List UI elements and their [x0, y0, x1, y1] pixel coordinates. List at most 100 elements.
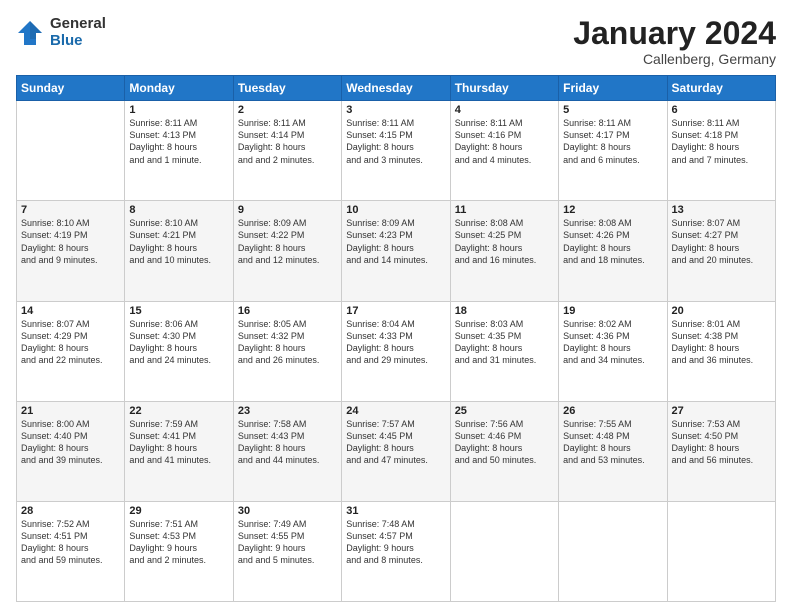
daylight-line1: Daylight: 8 hours: [672, 342, 771, 354]
table-row: 5Sunrise: 8:11 AMSunset: 4:17 PMDaylight…: [559, 101, 667, 201]
daylight-line1: Daylight: 9 hours: [346, 542, 445, 554]
sunset-text: Sunset: 4:17 PM: [563, 129, 662, 141]
table-row: 1Sunrise: 8:11 AMSunset: 4:13 PMDaylight…: [125, 101, 233, 201]
day-number: 22: [129, 405, 228, 417]
day-info: Sunrise: 8:11 AMSunset: 4:14 PMDaylight:…: [238, 117, 337, 166]
day-info: Sunrise: 8:08 AMSunset: 4:25 PMDaylight:…: [455, 217, 554, 266]
sunset-text: Sunset: 4:23 PM: [346, 229, 445, 241]
sunrise-text: Sunrise: 8:10 AM: [21, 217, 120, 229]
daylight-line1: Daylight: 8 hours: [563, 141, 662, 153]
day-number: 9: [238, 204, 337, 216]
daylight-line1: Daylight: 8 hours: [672, 242, 771, 254]
sunset-text: Sunset: 4:45 PM: [346, 430, 445, 442]
table-row: 16Sunrise: 8:05 AMSunset: 4:32 PMDayligh…: [233, 301, 341, 401]
sunset-text: Sunset: 4:53 PM: [129, 530, 228, 542]
table-row: 11Sunrise: 8:08 AMSunset: 4:25 PMDayligh…: [450, 201, 558, 301]
sunset-text: Sunset: 4:18 PM: [672, 129, 771, 141]
logo-icon: [16, 19, 44, 47]
sunrise-text: Sunrise: 8:10 AM: [129, 217, 228, 229]
header-thursday: Thursday: [450, 76, 558, 101]
sunset-text: Sunset: 4:15 PM: [346, 129, 445, 141]
sunrise-text: Sunrise: 7:49 AM: [238, 518, 337, 530]
daylight-line2: and and 14 minutes.: [346, 254, 445, 266]
sunrise-text: Sunrise: 8:11 AM: [238, 117, 337, 129]
sunrise-text: Sunrise: 8:04 AM: [346, 318, 445, 330]
day-number: 16: [238, 305, 337, 317]
table-row: 4Sunrise: 8:11 AMSunset: 4:16 PMDaylight…: [450, 101, 558, 201]
sunrise-text: Sunrise: 7:56 AM: [455, 418, 554, 430]
day-number: 1: [129, 104, 228, 116]
logo-text: General Blue: [50, 16, 106, 49]
title-month: January 2024: [573, 16, 776, 51]
daylight-line1: Daylight: 8 hours: [455, 442, 554, 454]
table-row: 24Sunrise: 7:57 AMSunset: 4:45 PMDayligh…: [342, 401, 450, 501]
sunset-text: Sunset: 4:22 PM: [238, 229, 337, 241]
sunset-text: Sunset: 4:26 PM: [563, 229, 662, 241]
table-row: [667, 501, 775, 601]
daylight-line1: Daylight: 8 hours: [455, 141, 554, 153]
logo: General Blue: [16, 16, 106, 49]
daylight-line2: and and 4 minutes.: [455, 154, 554, 166]
sunrise-text: Sunrise: 8:01 AM: [672, 318, 771, 330]
sunset-text: Sunset: 4:55 PM: [238, 530, 337, 542]
daylight-line1: Daylight: 8 hours: [129, 141, 228, 153]
title-block: January 2024 Callenberg, Germany: [573, 16, 776, 67]
daylight-line1: Daylight: 8 hours: [238, 242, 337, 254]
sunrise-text: Sunrise: 8:11 AM: [346, 117, 445, 129]
table-row: 23Sunrise: 7:58 AMSunset: 4:43 PMDayligh…: [233, 401, 341, 501]
day-number: 25: [455, 405, 554, 417]
sunrise-text: Sunrise: 7:59 AM: [129, 418, 228, 430]
day-number: 13: [672, 204, 771, 216]
daylight-line2: and and 22 minutes.: [21, 354, 120, 366]
day-info: Sunrise: 8:10 AMSunset: 4:21 PMDaylight:…: [129, 217, 228, 266]
daylight-line2: and and 8 minutes.: [346, 554, 445, 566]
day-number: 24: [346, 405, 445, 417]
daylight-line2: and and 31 minutes.: [455, 354, 554, 366]
day-info: Sunrise: 7:51 AMSunset: 4:53 PMDaylight:…: [129, 518, 228, 567]
daylight-line1: Daylight: 8 hours: [129, 342, 228, 354]
table-row: 19Sunrise: 8:02 AMSunset: 4:36 PMDayligh…: [559, 301, 667, 401]
daylight-line2: and and 56 minutes.: [672, 454, 771, 466]
daylight-line1: Daylight: 8 hours: [346, 242, 445, 254]
sunset-text: Sunset: 4:46 PM: [455, 430, 554, 442]
daylight-line2: and and 16 minutes.: [455, 254, 554, 266]
sunset-text: Sunset: 4:38 PM: [672, 330, 771, 342]
table-row: 6Sunrise: 8:11 AMSunset: 4:18 PMDaylight…: [667, 101, 775, 201]
daylight-line2: and and 39 minutes.: [21, 454, 120, 466]
daylight-line1: Daylight: 8 hours: [238, 342, 337, 354]
daylight-line1: Daylight: 8 hours: [238, 141, 337, 153]
header-wednesday: Wednesday: [342, 76, 450, 101]
header-monday: Monday: [125, 76, 233, 101]
sunrise-text: Sunrise: 8:08 AM: [563, 217, 662, 229]
sunrise-text: Sunrise: 7:58 AM: [238, 418, 337, 430]
daylight-line2: and and 44 minutes.: [238, 454, 337, 466]
table-row: 13Sunrise: 8:07 AMSunset: 4:27 PMDayligh…: [667, 201, 775, 301]
table-row: 7Sunrise: 8:10 AMSunset: 4:19 PMDaylight…: [17, 201, 125, 301]
daylight-line2: and and 18 minutes.: [563, 254, 662, 266]
table-row: 20Sunrise: 8:01 AMSunset: 4:38 PMDayligh…: [667, 301, 775, 401]
day-info: Sunrise: 8:06 AMSunset: 4:30 PMDaylight:…: [129, 318, 228, 367]
day-number: 29: [129, 505, 228, 517]
day-info: Sunrise: 8:03 AMSunset: 4:35 PMDaylight:…: [455, 318, 554, 367]
daylight-line1: Daylight: 8 hours: [672, 442, 771, 454]
table-row: 18Sunrise: 8:03 AMSunset: 4:35 PMDayligh…: [450, 301, 558, 401]
table-row: 10Sunrise: 8:09 AMSunset: 4:23 PMDayligh…: [342, 201, 450, 301]
daylight-line2: and and 36 minutes.: [672, 354, 771, 366]
day-number: 6: [672, 104, 771, 116]
daylight-line1: Daylight: 8 hours: [346, 141, 445, 153]
header-tuesday: Tuesday: [233, 76, 341, 101]
day-info: Sunrise: 7:53 AMSunset: 4:50 PMDaylight:…: [672, 418, 771, 467]
day-number: 23: [238, 405, 337, 417]
daylight-line2: and and 2 minutes.: [129, 554, 228, 566]
calendar-week-4: 28Sunrise: 7:52 AMSunset: 4:51 PMDayligh…: [17, 501, 776, 601]
daylight-line2: and and 2 minutes.: [238, 154, 337, 166]
day-info: Sunrise: 8:11 AMSunset: 4:18 PMDaylight:…: [672, 117, 771, 166]
sunrise-text: Sunrise: 8:09 AM: [346, 217, 445, 229]
day-info: Sunrise: 7:48 AMSunset: 4:57 PMDaylight:…: [346, 518, 445, 567]
day-number: 15: [129, 305, 228, 317]
sunrise-text: Sunrise: 8:11 AM: [563, 117, 662, 129]
day-info: Sunrise: 7:49 AMSunset: 4:55 PMDaylight:…: [238, 518, 337, 567]
day-number: 5: [563, 104, 662, 116]
table-row: [559, 501, 667, 601]
daylight-line1: Daylight: 8 hours: [563, 342, 662, 354]
